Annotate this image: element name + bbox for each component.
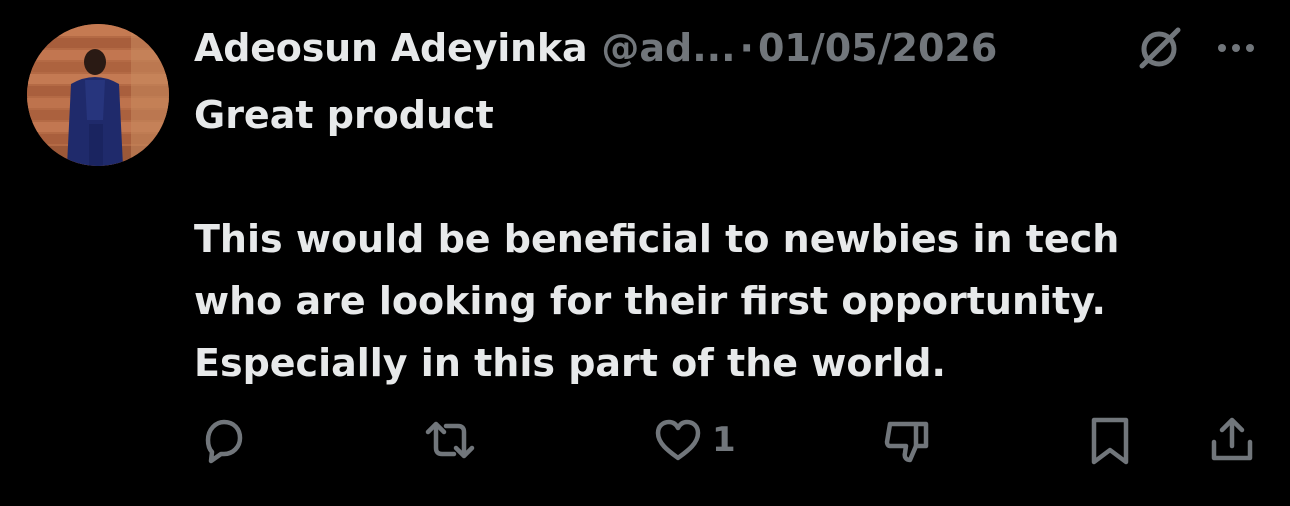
tweet-action-bar: 1 — [0, 408, 1290, 472]
author-handle[interactable]: @ad... — [601, 26, 735, 70]
grok-icon[interactable] — [1132, 22, 1186, 76]
repost-button[interactable] — [420, 408, 480, 472]
header-separator: · — [739, 26, 754, 70]
reply-icon — [205, 419, 243, 464]
tweet-text-line: This would be beneficial to newbies in t… — [194, 217, 1120, 261]
more-icon[interactable] — [1212, 24, 1260, 72]
repost-icon — [425, 421, 475, 459]
downvote-button[interactable] — [880, 408, 936, 472]
like-button[interactable]: 1 — [650, 408, 736, 472]
reply-button[interactable] — [194, 408, 250, 472]
heart-icon — [655, 419, 701, 461]
tweet-text-paragraph: Great product — [194, 93, 494, 137]
tweet-date[interactable]: 01/05/2026 — [758, 26, 997, 70]
bookmark-icon — [1091, 417, 1129, 465]
like-count: 1 — [712, 420, 736, 460]
tweet[interactable]: Adeosun Adeyinka @ad... · 01/05/2026 Gre… — [0, 0, 1290, 506]
bookmark-button[interactable] — [1084, 408, 1136, 472]
tweet-body: Great product This would be beneficial t… — [194, 84, 1254, 394]
thumbs-down-icon — [884, 421, 929, 463]
avatar-image — [27, 24, 169, 166]
tweet-text-line: who are looking for their first opportun… — [194, 279, 1106, 323]
avatar[interactable] — [27, 24, 169, 166]
share-button[interactable] — [1204, 408, 1260, 472]
share-icon — [1211, 417, 1253, 461]
tweet-text-line: Especially in this part of the world. — [194, 341, 946, 385]
author-display-name[interactable]: Adeosun Adeyinka — [194, 26, 588, 70]
tweet-header: Adeosun Adeyinka @ad... · 01/05/2026 — [194, 20, 1274, 76]
